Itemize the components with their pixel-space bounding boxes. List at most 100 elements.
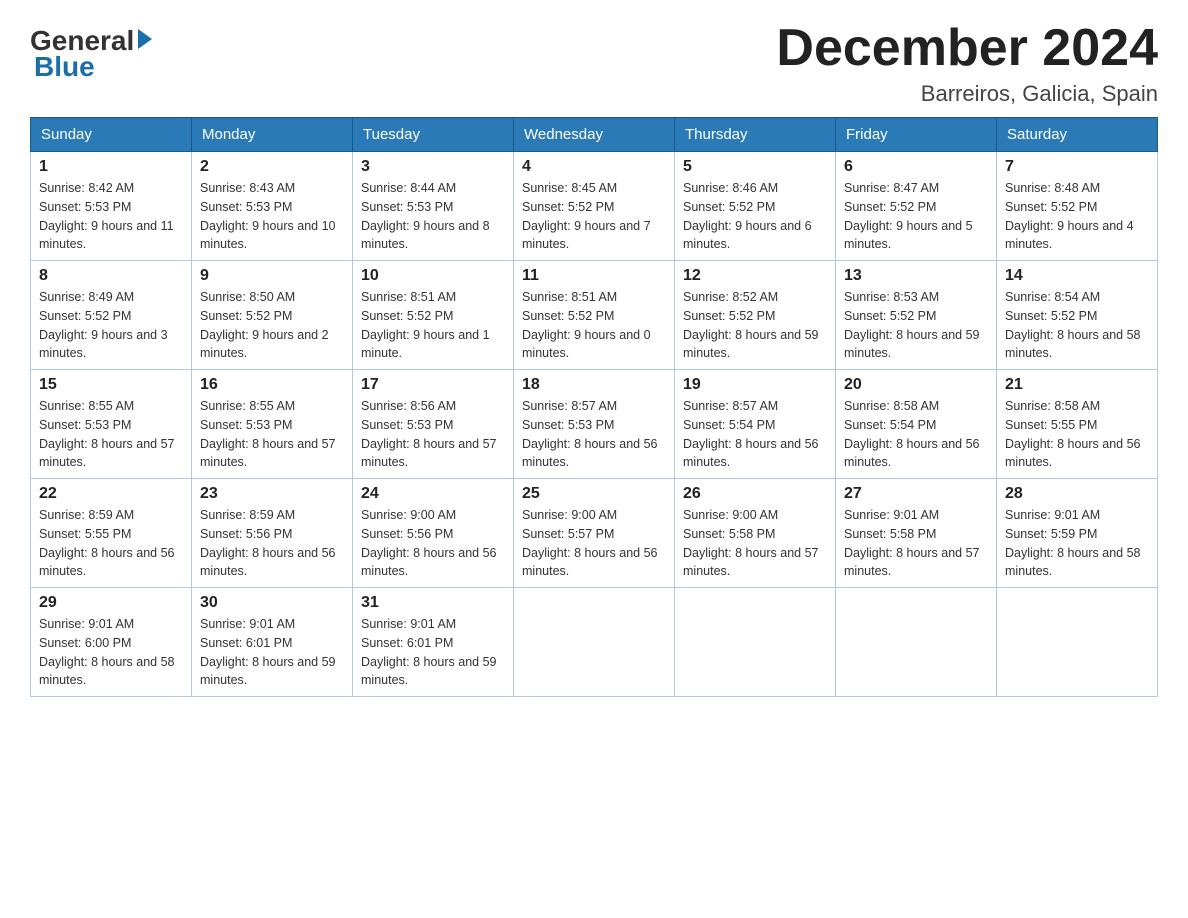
- day-number: 17: [361, 376, 505, 394]
- day-number: 12: [683, 267, 827, 285]
- day-number: 23: [200, 485, 344, 503]
- table-row: 3 Sunrise: 8:44 AMSunset: 5:53 PMDayligh…: [353, 152, 514, 261]
- day-info: Sunrise: 8:54 AMSunset: 5:52 PMDaylight:…: [1005, 288, 1149, 363]
- table-row: 26 Sunrise: 9:00 AMSunset: 5:58 PMDaylig…: [675, 479, 836, 588]
- table-row: 5 Sunrise: 8:46 AMSunset: 5:52 PMDayligh…: [675, 152, 836, 261]
- day-number: 3: [361, 158, 505, 176]
- day-info: Sunrise: 8:42 AMSunset: 5:53 PMDaylight:…: [39, 179, 183, 254]
- table-row: 2 Sunrise: 8:43 AMSunset: 5:53 PMDayligh…: [192, 152, 353, 261]
- day-info: Sunrise: 9:01 AMSunset: 6:00 PMDaylight:…: [39, 615, 183, 690]
- day-number: 27: [844, 485, 988, 503]
- day-number: 18: [522, 376, 666, 394]
- day-number: 10: [361, 267, 505, 285]
- calendar-header-row: Sunday Monday Tuesday Wednesday Thursday…: [31, 118, 1158, 152]
- day-info: Sunrise: 8:49 AMSunset: 5:52 PMDaylight:…: [39, 288, 183, 363]
- calendar-week-3: 15 Sunrise: 8:55 AMSunset: 5:53 PMDaylig…: [31, 370, 1158, 479]
- day-info: Sunrise: 8:51 AMSunset: 5:52 PMDaylight:…: [361, 288, 505, 363]
- table-row: 30 Sunrise: 9:01 AMSunset: 6:01 PMDaylig…: [192, 588, 353, 697]
- col-tuesday: Tuesday: [353, 118, 514, 152]
- day-info: Sunrise: 8:53 AMSunset: 5:52 PMDaylight:…: [844, 288, 988, 363]
- table-row: 17 Sunrise: 8:56 AMSunset: 5:53 PMDaylig…: [353, 370, 514, 479]
- day-number: 13: [844, 267, 988, 285]
- table-row: 9 Sunrise: 8:50 AMSunset: 5:52 PMDayligh…: [192, 261, 353, 370]
- table-row: 19 Sunrise: 8:57 AMSunset: 5:54 PMDaylig…: [675, 370, 836, 479]
- month-title: December 2024: [776, 20, 1158, 77]
- table-row: [675, 588, 836, 697]
- day-info: Sunrise: 8:55 AMSunset: 5:53 PMDaylight:…: [39, 397, 183, 472]
- col-monday: Monday: [192, 118, 353, 152]
- day-number: 20: [844, 376, 988, 394]
- day-info: Sunrise: 8:59 AMSunset: 5:55 PMDaylight:…: [39, 506, 183, 581]
- table-row: 27 Sunrise: 9:01 AMSunset: 5:58 PMDaylig…: [836, 479, 997, 588]
- table-row: 31 Sunrise: 9:01 AMSunset: 6:01 PMDaylig…: [353, 588, 514, 697]
- day-number: 16: [200, 376, 344, 394]
- day-info: Sunrise: 8:59 AMSunset: 5:56 PMDaylight:…: [200, 506, 344, 581]
- table-row: 15 Sunrise: 8:55 AMSunset: 5:53 PMDaylig…: [31, 370, 192, 479]
- day-info: Sunrise: 8:51 AMSunset: 5:52 PMDaylight:…: [522, 288, 666, 363]
- table-row: [997, 588, 1158, 697]
- day-number: 6: [844, 158, 988, 176]
- day-number: 9: [200, 267, 344, 285]
- table-row: 10 Sunrise: 8:51 AMSunset: 5:52 PMDaylig…: [353, 261, 514, 370]
- calendar-table: Sunday Monday Tuesday Wednesday Thursday…: [30, 117, 1158, 697]
- day-info: Sunrise: 9:00 AMSunset: 5:56 PMDaylight:…: [361, 506, 505, 581]
- table-row: 1 Sunrise: 8:42 AMSunset: 5:53 PMDayligh…: [31, 152, 192, 261]
- day-number: 19: [683, 376, 827, 394]
- day-number: 28: [1005, 485, 1149, 503]
- table-row: 7 Sunrise: 8:48 AMSunset: 5:52 PMDayligh…: [997, 152, 1158, 261]
- day-info: Sunrise: 8:50 AMSunset: 5:52 PMDaylight:…: [200, 288, 344, 363]
- day-number: 2: [200, 158, 344, 176]
- day-info: Sunrise: 8:46 AMSunset: 5:52 PMDaylight:…: [683, 179, 827, 254]
- day-info: Sunrise: 9:01 AMSunset: 5:58 PMDaylight:…: [844, 506, 988, 581]
- day-number: 7: [1005, 158, 1149, 176]
- day-info: Sunrise: 8:57 AMSunset: 5:54 PMDaylight:…: [683, 397, 827, 472]
- table-row: [514, 588, 675, 697]
- day-info: Sunrise: 8:52 AMSunset: 5:52 PMDaylight:…: [683, 288, 827, 363]
- table-row: 8 Sunrise: 8:49 AMSunset: 5:52 PMDayligh…: [31, 261, 192, 370]
- calendar-week-2: 8 Sunrise: 8:49 AMSunset: 5:52 PMDayligh…: [31, 261, 1158, 370]
- calendar-week-1: 1 Sunrise: 8:42 AMSunset: 5:53 PMDayligh…: [31, 152, 1158, 261]
- day-info: Sunrise: 8:57 AMSunset: 5:53 PMDaylight:…: [522, 397, 666, 472]
- table-row: 23 Sunrise: 8:59 AMSunset: 5:56 PMDaylig…: [192, 479, 353, 588]
- day-info: Sunrise: 8:47 AMSunset: 5:52 PMDaylight:…: [844, 179, 988, 254]
- table-row: 24 Sunrise: 9:00 AMSunset: 5:56 PMDaylig…: [353, 479, 514, 588]
- col-sunday: Sunday: [31, 118, 192, 152]
- logo-blue-text: Blue: [34, 51, 95, 83]
- day-info: Sunrise: 9:01 AMSunset: 5:59 PMDaylight:…: [1005, 506, 1149, 581]
- day-number: 1: [39, 158, 183, 176]
- col-wednesday: Wednesday: [514, 118, 675, 152]
- day-info: Sunrise: 9:00 AMSunset: 5:58 PMDaylight:…: [683, 506, 827, 581]
- table-row: 20 Sunrise: 8:58 AMSunset: 5:54 PMDaylig…: [836, 370, 997, 479]
- logo: General Blue: [30, 20, 152, 83]
- day-info: Sunrise: 8:43 AMSunset: 5:53 PMDaylight:…: [200, 179, 344, 254]
- day-number: 21: [1005, 376, 1149, 394]
- table-row: [836, 588, 997, 697]
- day-number: 11: [522, 267, 666, 285]
- table-row: 11 Sunrise: 8:51 AMSunset: 5:52 PMDaylig…: [514, 261, 675, 370]
- table-row: 4 Sunrise: 8:45 AMSunset: 5:52 PMDayligh…: [514, 152, 675, 261]
- calendar-week-4: 22 Sunrise: 8:59 AMSunset: 5:55 PMDaylig…: [31, 479, 1158, 588]
- table-row: 21 Sunrise: 8:58 AMSunset: 5:55 PMDaylig…: [997, 370, 1158, 479]
- table-row: 28 Sunrise: 9:01 AMSunset: 5:59 PMDaylig…: [997, 479, 1158, 588]
- day-number: 25: [522, 485, 666, 503]
- col-saturday: Saturday: [997, 118, 1158, 152]
- title-section: December 2024 Barreiros, Galicia, Spain: [776, 20, 1158, 107]
- day-number: 4: [522, 158, 666, 176]
- day-number: 14: [1005, 267, 1149, 285]
- day-info: Sunrise: 8:58 AMSunset: 5:55 PMDaylight:…: [1005, 397, 1149, 472]
- table-row: 6 Sunrise: 8:47 AMSunset: 5:52 PMDayligh…: [836, 152, 997, 261]
- table-row: 22 Sunrise: 8:59 AMSunset: 5:55 PMDaylig…: [31, 479, 192, 588]
- day-number: 5: [683, 158, 827, 176]
- table-row: 16 Sunrise: 8:55 AMSunset: 5:53 PMDaylig…: [192, 370, 353, 479]
- day-number: 24: [361, 485, 505, 503]
- calendar-week-5: 29 Sunrise: 9:01 AMSunset: 6:00 PMDaylig…: [31, 588, 1158, 697]
- day-info: Sunrise: 9:01 AMSunset: 6:01 PMDaylight:…: [200, 615, 344, 690]
- day-info: Sunrise: 9:00 AMSunset: 5:57 PMDaylight:…: [522, 506, 666, 581]
- day-number: 31: [361, 594, 505, 612]
- table-row: 29 Sunrise: 9:01 AMSunset: 6:00 PMDaylig…: [31, 588, 192, 697]
- table-row: 14 Sunrise: 8:54 AMSunset: 5:52 PMDaylig…: [997, 261, 1158, 370]
- day-number: 29: [39, 594, 183, 612]
- day-info: Sunrise: 8:58 AMSunset: 5:54 PMDaylight:…: [844, 397, 988, 472]
- day-number: 22: [39, 485, 183, 503]
- col-friday: Friday: [836, 118, 997, 152]
